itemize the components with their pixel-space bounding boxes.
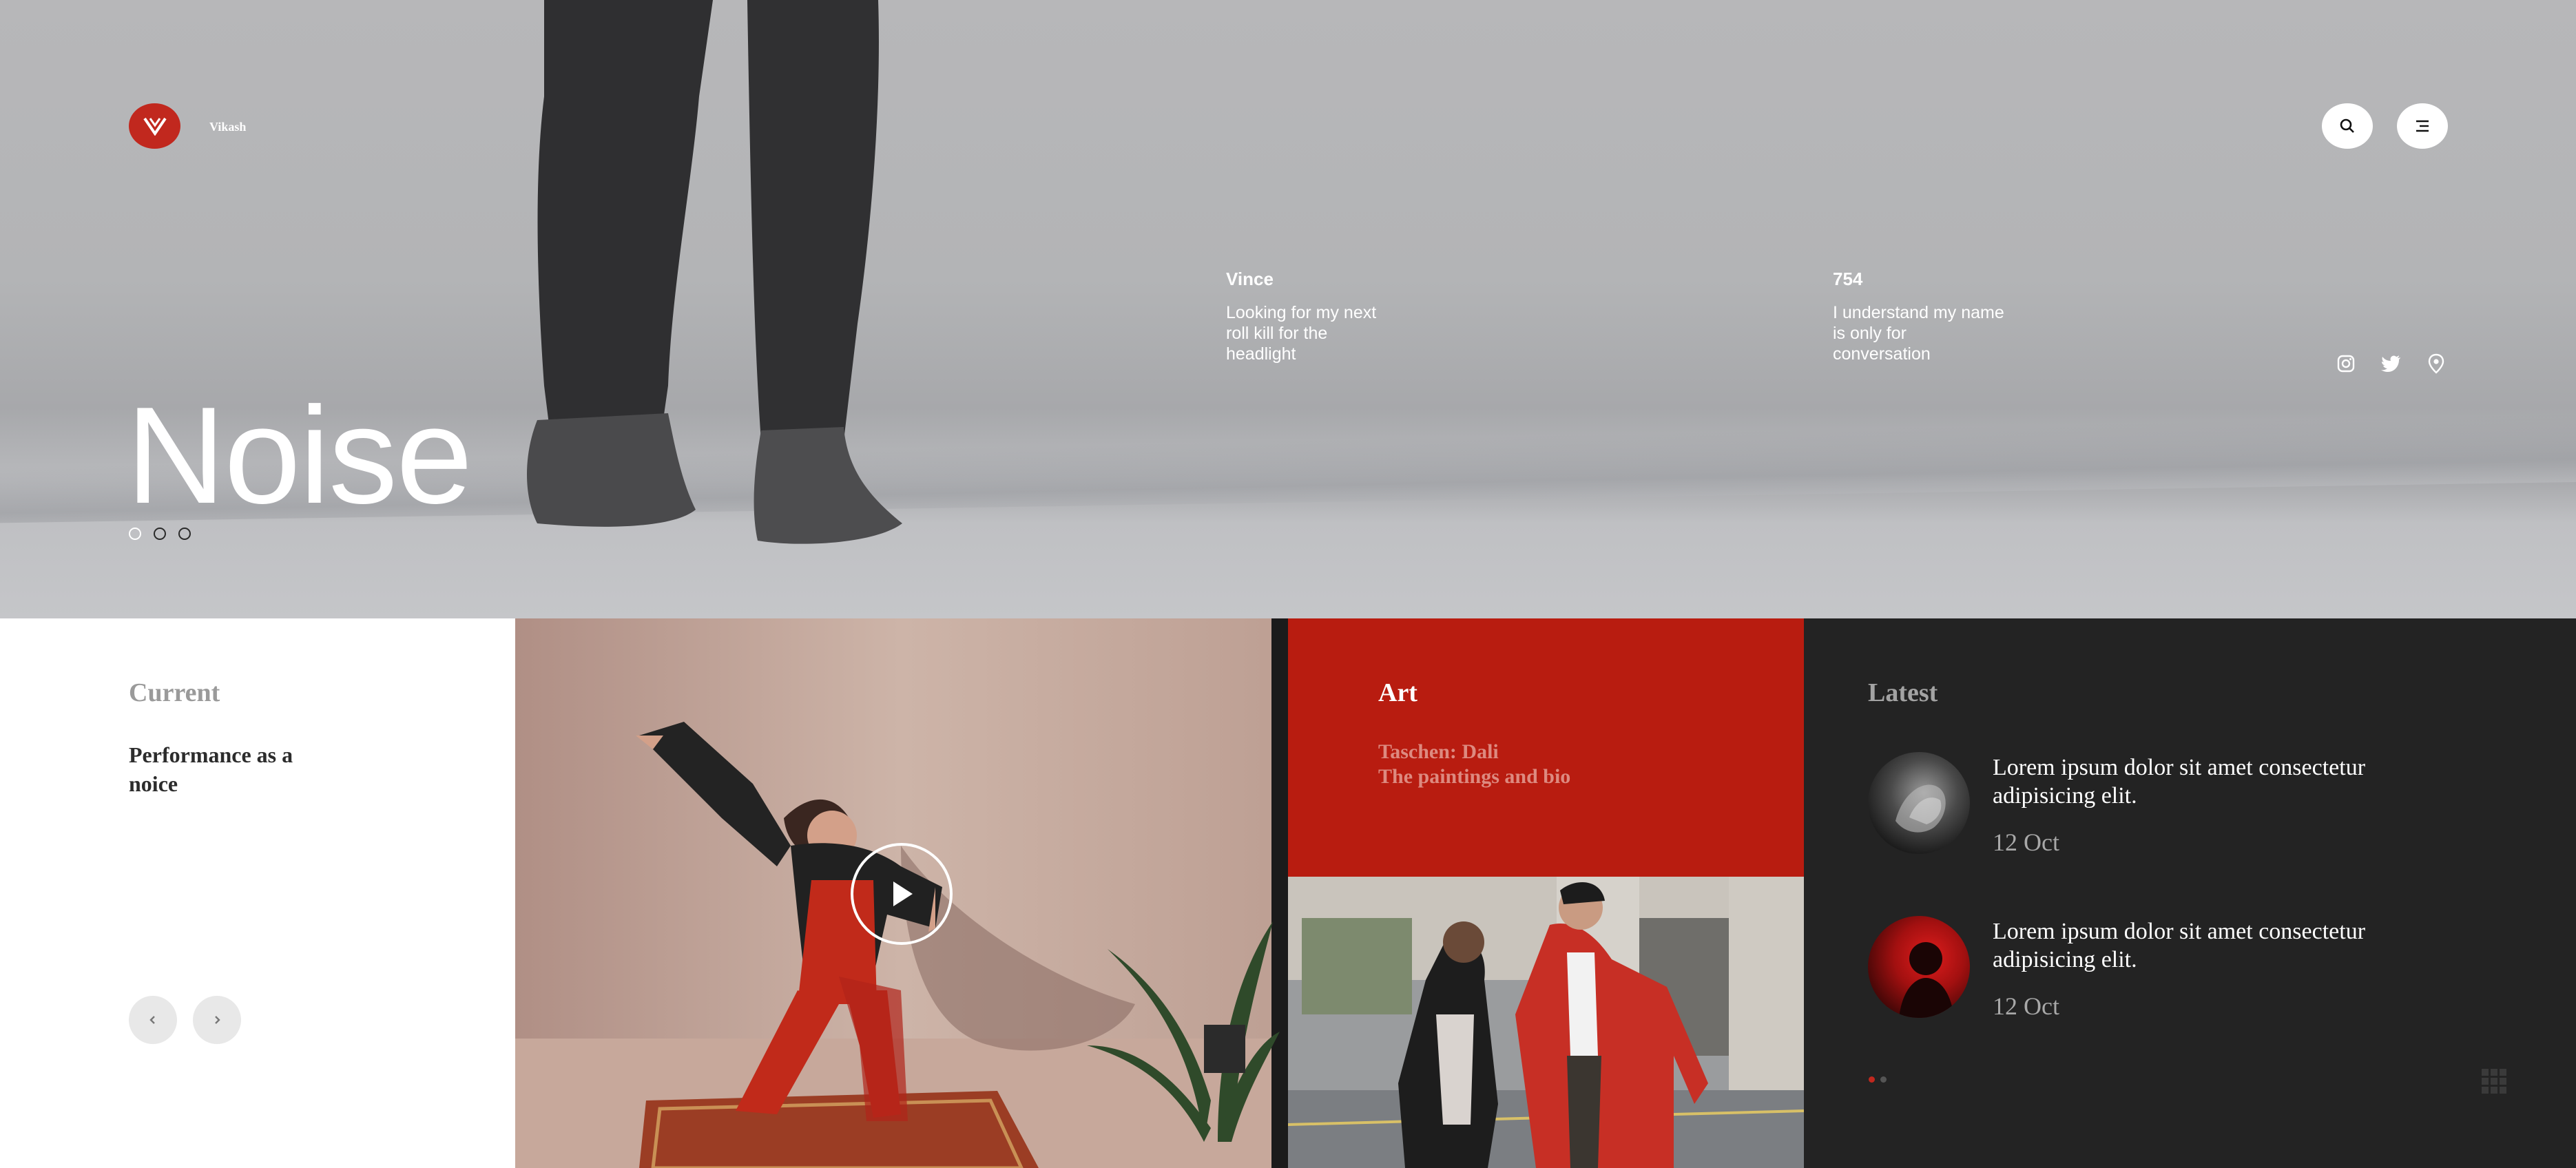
search-button[interactable]	[2322, 103, 2373, 149]
hero-info-1: Vince Looking for my next roll kill for …	[1226, 269, 1398, 364]
news-date: 12 Oct	[1993, 828, 2059, 856]
couple-photo-image	[1288, 877, 1804, 1168]
hands-image	[1895, 784, 1946, 833]
current-label: Current	[129, 678, 220, 707]
next-button[interactable]	[193, 996, 241, 1044]
news-date: 12 Oct	[1993, 992, 2059, 1020]
twitter-icon[interactable]	[2378, 350, 2405, 377]
hero-section: Vikash Noise Vince Looking for my next r…	[0, 0, 2576, 618]
latest-slider-dot-1[interactable]	[1869, 1076, 1875, 1083]
menu-icon	[2416, 120, 2429, 132]
slider-dot-2[interactable]	[154, 528, 166, 540]
hero-title: Noise	[126, 379, 472, 532]
current-title[interactable]: Performance as a noice	[129, 740, 308, 798]
news-title[interactable]: Lorem ipsum dolor sit amet consectetur a…	[1993, 917, 2420, 974]
hero-info-text: I understand my name is only for convers…	[1833, 303, 2004, 364]
instagram-icon[interactable]	[2332, 350, 2360, 377]
slider-dot-1[interactable]	[129, 528, 141, 540]
brand-name[interactable]: Vikash	[209, 120, 246, 134]
hero-info-title: Vince	[1226, 269, 1274, 289]
chevron-right-icon	[215, 1016, 220, 1024]
grid-icon[interactable]	[2480, 1067, 2508, 1095]
art-photo[interactable]	[1288, 877, 1804, 1168]
latest-label: Latest	[1868, 678, 1938, 707]
menu-button[interactable]	[2397, 103, 2448, 149]
latest-slider-dot-2[interactable]	[1880, 1076, 1887, 1083]
silhouette-image	[1899, 942, 1954, 1018]
previous-button[interactable]	[129, 996, 177, 1044]
search-icon	[2340, 118, 2354, 133]
news-title[interactable]: Lorem ipsum dolor sit amet consectetur a…	[1993, 753, 2420, 810]
location-pin-icon[interactable]	[2422, 350, 2450, 377]
play-button[interactable]	[851, 843, 953, 945]
hero-info-title: 754	[1833, 269, 1863, 289]
art-subtitle-line-2: The paintings and bio	[1378, 765, 1571, 788]
art-subtitle-line-1: Taschen: Dali	[1378, 740, 1499, 763]
art-subtitle[interactable]: Taschen: Dali The paintings and bio	[1378, 740, 1570, 789]
brand-logo[interactable]	[129, 103, 180, 149]
chevron-left-icon	[149, 1016, 155, 1024]
hero-background-figure	[527, 0, 902, 544]
logo-v-icon	[143, 117, 167, 136]
current-panel	[0, 618, 515, 1168]
art-label: Art	[1378, 678, 1417, 707]
hero-info-2: 754 I understand my name is only for con…	[1833, 269, 2005, 364]
slider-dot-3[interactable]	[178, 528, 191, 540]
hero-info-text: Looking for my next roll kill for the he…	[1226, 303, 1377, 364]
news-thumbnail-image[interactable]	[1868, 916, 1970, 1018]
news-thumbnail-image[interactable]	[1868, 752, 1970, 854]
play-icon	[893, 882, 913, 906]
